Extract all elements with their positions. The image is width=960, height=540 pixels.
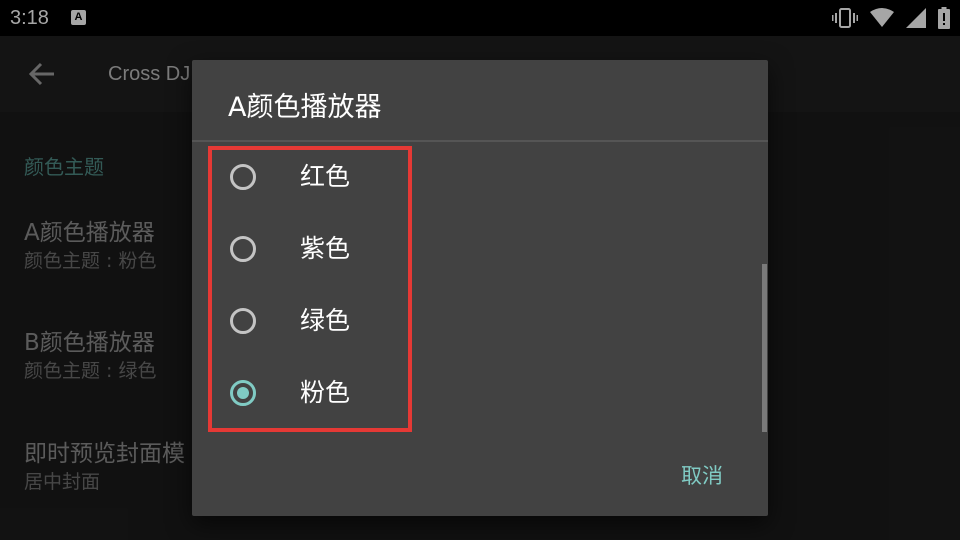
radio-option-list: 红色 紫色 绿色 粉色 <box>192 144 768 444</box>
option-purple[interactable]: 紫色 <box>192 216 768 288</box>
radio-button[interactable] <box>230 164 256 190</box>
cancel-button[interactable]: 取消 <box>666 456 738 496</box>
screen: 3:18 A Cross DJ 颜色主题 A颜色播放器 颜色主题: 粉色 B颜… <box>0 0 960 540</box>
radio-button[interactable] <box>230 236 256 262</box>
dialog-divider <box>192 140 768 142</box>
option-pink[interactable]: 粉色 <box>192 360 768 432</box>
option-label: 紫色 <box>300 234 351 263</box>
option-label: 粉色 <box>300 378 351 407</box>
option-label: 红色 <box>300 162 351 191</box>
color-picker-dialog: A颜色播放器 红色 紫色 绿色 粉色 取消 <box>192 60 768 516</box>
scrollbar[interactable] <box>762 264 767 432</box>
option-green[interactable]: 绿色 <box>192 288 768 360</box>
radio-button-checked[interactable] <box>230 380 256 406</box>
dialog-title: A颜色播放器 <box>228 92 382 123</box>
radio-button[interactable] <box>230 308 256 334</box>
option-label: 绿色 <box>300 306 351 335</box>
option-red[interactable]: 红色 <box>192 144 768 216</box>
